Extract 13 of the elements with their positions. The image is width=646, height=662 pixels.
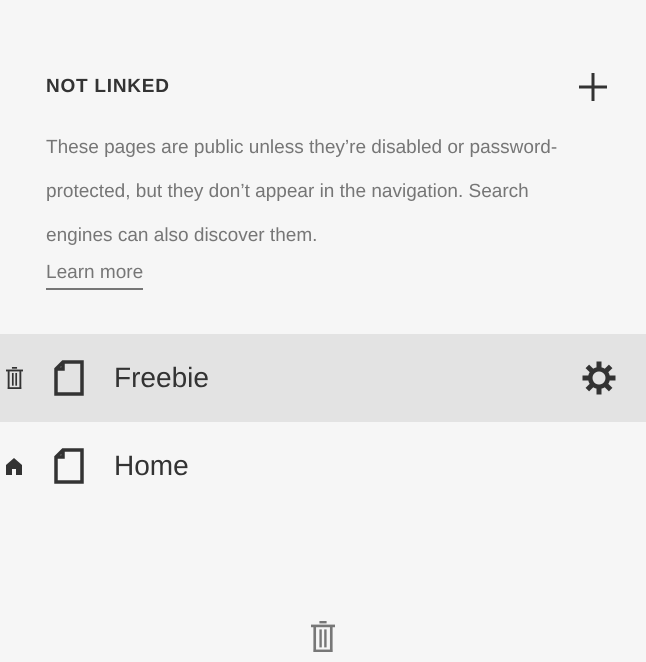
page-icon (54, 448, 84, 484)
page-row[interactable]: Freebie (0, 334, 646, 422)
section-title: NOT LINKED (46, 74, 170, 99)
page-title: Freebie (114, 361, 210, 395)
home-icon[interactable] (5, 457, 23, 475)
settings-icon[interactable] (582, 361, 616, 395)
learn-more-link[interactable]: Learn more (46, 258, 144, 290)
section-description: These pages are public unless they’re disabled or password-protected, but they don’t appear in the navigation. Search engines can also discover them. (46, 136, 558, 248)
page-icon (54, 360, 84, 396)
page-title: Home (114, 449, 190, 483)
plus-icon (578, 72, 608, 102)
add-button[interactable] (576, 70, 610, 104)
trash-icon[interactable] (6, 366, 22, 390)
